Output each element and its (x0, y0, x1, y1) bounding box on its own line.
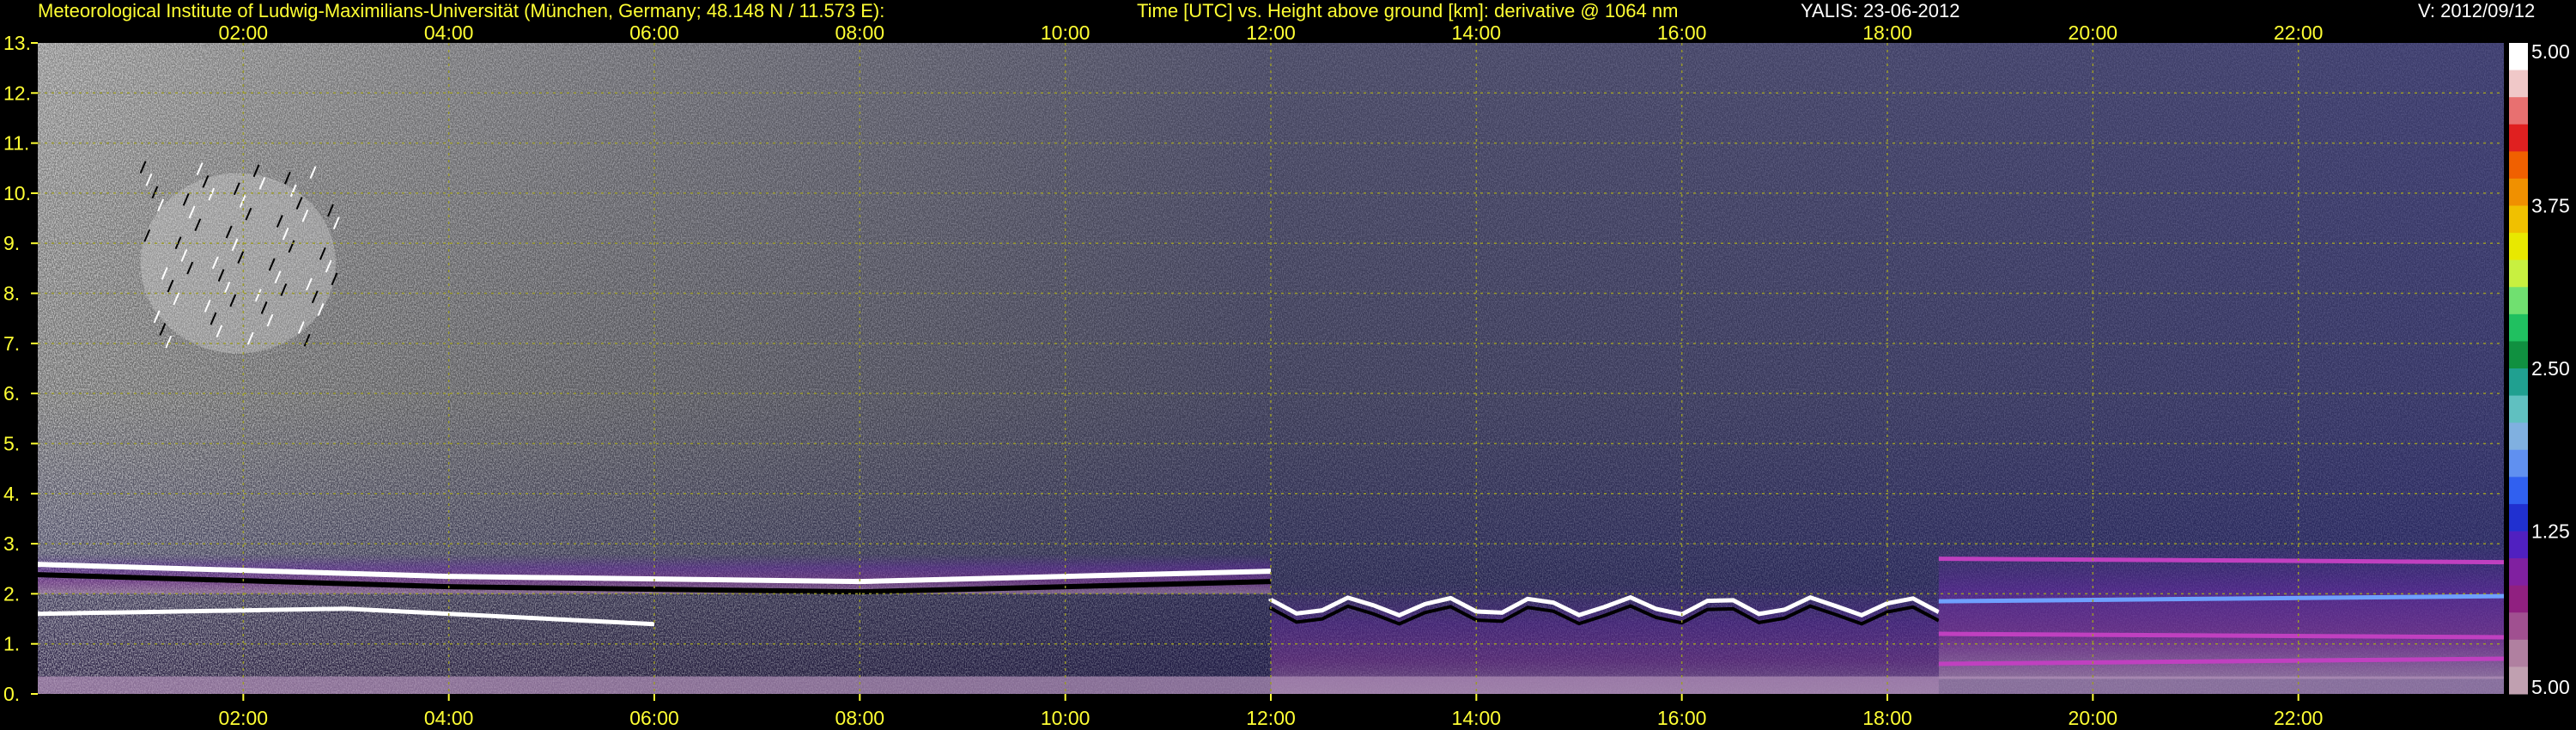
y-tick-label: 8. (3, 283, 20, 305)
colorbar-swatch (2509, 70, 2528, 98)
x-tick-label-bottom: 08:00 (835, 707, 885, 729)
x-tick-label-top: 18:00 (1862, 21, 1912, 44)
x-tick-label-top: 12:00 (1246, 21, 1296, 44)
x-tick-label-top: 20:00 (2069, 21, 2118, 44)
colorbar-swatch (2509, 178, 2528, 206)
colorbar-swatch (2509, 233, 2528, 261)
colorbar-swatch (2509, 43, 2528, 71)
colorbar-swatch (2509, 531, 2528, 559)
colorbar-swatch (2509, 666, 2528, 695)
y-tick-label: 12. (3, 82, 31, 104)
y-tick-label: 1. (3, 633, 20, 655)
x-tick-label-bottom: 14:00 (1452, 707, 1502, 729)
y-tick-label: 4. (3, 483, 20, 505)
colorbar-swatch (2509, 449, 2528, 478)
y-tick-label: 3. (3, 532, 20, 555)
x-tick-label-top: 08:00 (835, 21, 885, 44)
colorbar-label: 5.00 (2531, 676, 2570, 698)
x-tick-label-top: 22:00 (2274, 21, 2324, 44)
x-tick-label-top: 10:00 (1041, 21, 1091, 44)
colorbar-swatch (2509, 205, 2528, 234)
y-tick-label: 11. (3, 132, 29, 155)
x-tick-label-bottom: 18:00 (1862, 707, 1912, 729)
x-tick-label-bottom: 10:00 (1041, 707, 1091, 729)
y-tick-label: 5. (3, 432, 20, 454)
colorbar-swatch (2509, 368, 2528, 397)
x-tick-label-top: 06:00 (629, 21, 679, 44)
lidar-chart: 0. 1. 2. 3. 4. 5. 6. 7. 8. 9. 10. 11. 12. 13. 02:00 02… (3, 21, 2570, 729)
colorbar-swatch (2509, 585, 2528, 613)
colorbar-swatch (2509, 341, 2528, 369)
y-tick-label: 13. (3, 32, 31, 54)
y-tick-label: 0. (3, 683, 20, 705)
x-tick-label-bottom: 12:00 (1246, 707, 1296, 729)
colorbar-swatch (2509, 151, 2528, 179)
colorbar-swatch (2509, 477, 2528, 505)
colorbar-label: 3.75 (2531, 195, 2570, 217)
x-tick-label-bottom: 16:00 (1657, 707, 1707, 729)
colorbar-swatch (2509, 558, 2528, 587)
colorbar-swatch (2509, 97, 2528, 125)
colorbar-swatch (2509, 612, 2528, 641)
y-tick-label: 10. (3, 182, 31, 204)
colorbar-swatch (2509, 639, 2528, 667)
colorbar-swatch (2509, 124, 2528, 152)
colorbar-swatch (2509, 503, 2528, 532)
feature-stable-night-layers (1938, 544, 2504, 679)
colorbar-label: 5.00 (2531, 40, 2570, 63)
x-tick-label-bottom: 20:00 (2069, 707, 2118, 729)
colorbar-label: 2.50 (2531, 357, 2570, 380)
colorbar-swatch (2509, 423, 2528, 451)
colorbar-swatch (2509, 395, 2528, 423)
x-tick-label-bottom: 22:00 (2274, 707, 2324, 729)
y-tick-label: 7. (3, 332, 20, 355)
x-tick-label-bottom: 04:00 (424, 707, 474, 729)
y-tick-label: 6. (3, 382, 20, 405)
colorbar-swatch (2509, 287, 2528, 315)
x-tick-label-top: 02:00 (219, 21, 269, 44)
colorbar-label: 1.25 (2531, 520, 2570, 543)
colorbar-swatch (2509, 313, 2528, 342)
y-axis-ticks: 0. 1. 2. 3. 4. 5. 6. 7. 8. 9. 10. 11. 12. 13. (3, 32, 38, 705)
x-tick-label-bottom: 06:00 (629, 707, 679, 729)
x-tick-label-top: 04:00 (424, 21, 474, 44)
colorbar-swatch (2509, 259, 2528, 288)
x-tick-label-top: 14:00 (1452, 21, 1502, 44)
y-tick-label: 2. (3, 582, 20, 605)
y-tick-label: 9. (3, 232, 20, 254)
x-tick-label-bottom: 02:00 (219, 707, 269, 729)
colorbar: 5.00 3.75 2.50 1.25 5.00 (2509, 40, 2570, 698)
x-tick-label-top: 16:00 (1657, 21, 1707, 44)
